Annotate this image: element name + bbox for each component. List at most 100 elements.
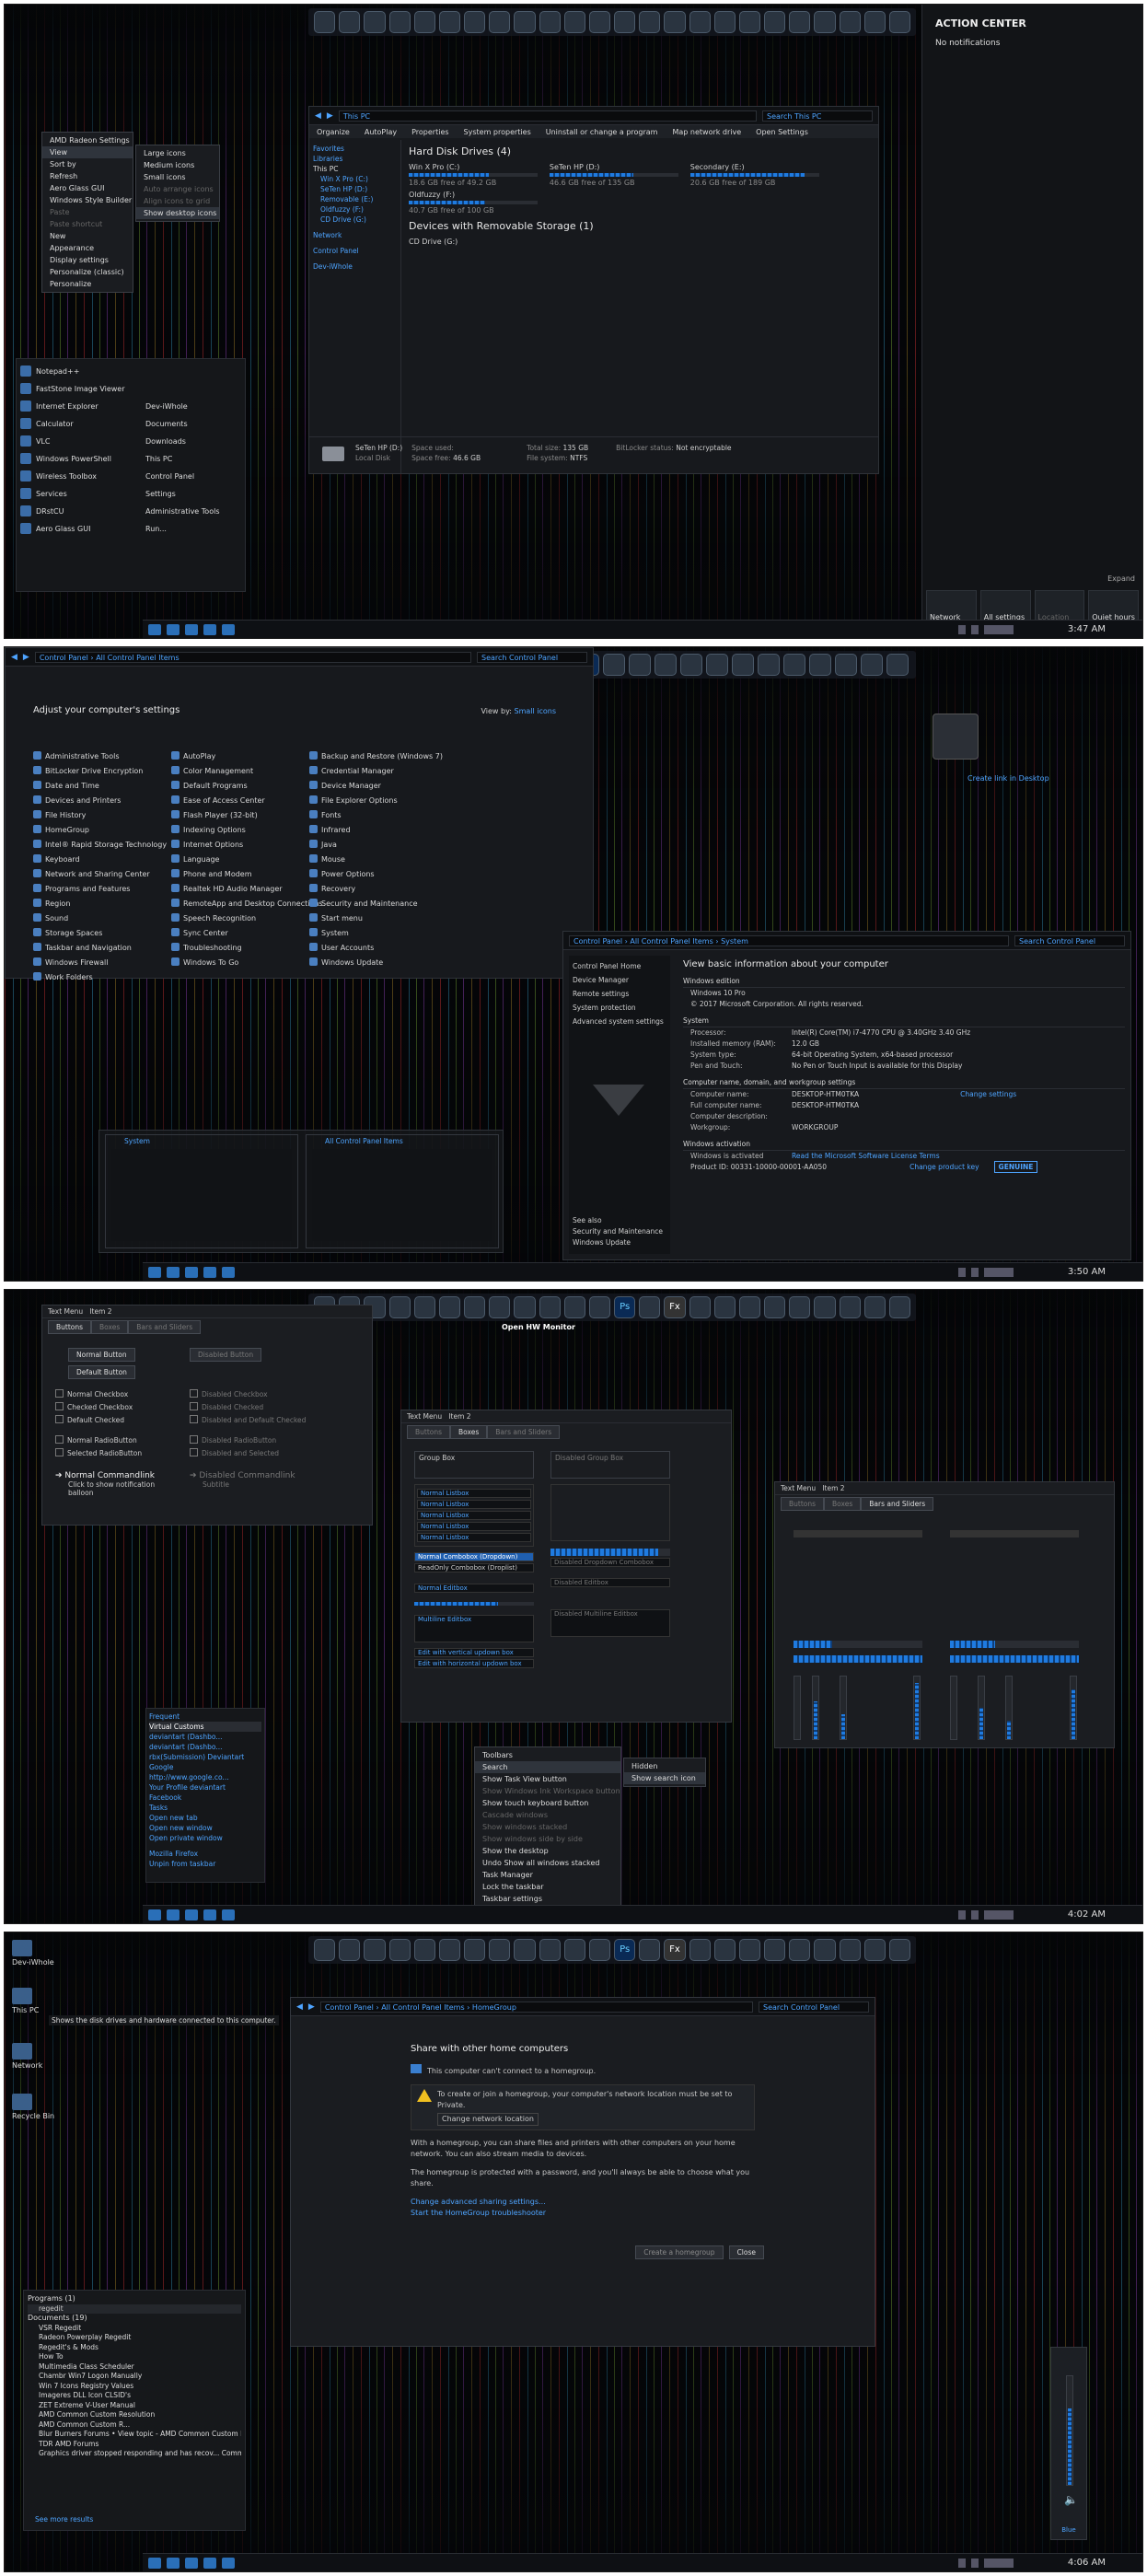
menu-item[interactable]: Show windows side by side (475, 1833, 620, 1845)
app-icon[interactable] (839, 11, 861, 33)
control-panel-item[interactable]: Windows Update (309, 956, 447, 970)
desktop-shortcut[interactable] (933, 714, 979, 760)
close-button[interactable]: Close (728, 2245, 764, 2259)
control-panel-item[interactable]: Date and Time (33, 779, 171, 794)
radio[interactable]: Selected RadioButton (55, 1447, 142, 1460)
jump-task[interactable]: Open new window (149, 1823, 261, 1833)
document-result[interactable]: Chambr Win7 Logon Manually (28, 2372, 241, 2382)
change-network-location-button[interactable]: Change network location (437, 2113, 539, 2126)
nav-item[interactable]: Dev-iWhole (313, 261, 397, 272)
app-icon[interactable] (888, 1296, 911, 1318)
taskbar-app-icon[interactable] (185, 1266, 198, 1278)
menu-item[interactable]: Toolbars (475, 1749, 620, 1761)
create-homegroup-button[interactable]: Create a homegroup (635, 2245, 724, 2259)
control-panel-item[interactable]: Mouse (309, 853, 447, 867)
list-item[interactable]: Normal Listbox (417, 1489, 531, 1498)
control-panel-item[interactable]: Java (309, 838, 447, 853)
menu-tab[interactable]: Item 2 (448, 1412, 470, 1421)
app-icon[interactable] (539, 1296, 561, 1318)
menu-item[interactable]: Taskbar settings (475, 1893, 620, 1905)
control-panel-item[interactable]: Troubleshooting (171, 941, 309, 956)
start-item[interactable]: DRstCU (20, 503, 131, 520)
menu-item[interactable]: Show search icon (624, 1772, 705, 1784)
search-box[interactable]: Search Control Panel (1014, 934, 1125, 946)
expand-link[interactable]: Expand (1107, 574, 1135, 583)
app-icon[interactable] (706, 654, 728, 676)
control-panel-item[interactable]: Windows To Go (171, 956, 309, 970)
menu-item[interactable]: Windows Style Builder (42, 194, 133, 206)
desktop-icon[interactable]: Dev-iWhole (12, 1940, 54, 1967)
taskbar-app-icon[interactable] (203, 2557, 216, 2569)
sidebar-item[interactable]: Remote settings (573, 987, 666, 1001)
jump-item[interactable]: http://www.google.co... (149, 1772, 261, 1782)
taskbar-app-icon[interactable] (222, 1909, 235, 1920)
menu-item[interactable]: Refresh (42, 170, 133, 182)
app-icon[interactable] (364, 11, 386, 33)
nav-item[interactable]: Control Panel (313, 246, 397, 256)
tray-icons[interactable] (958, 1268, 1014, 1277)
view-by-dropdown[interactable]: Small icons (514, 707, 556, 715)
photoshop-icon[interactable]: Ps (614, 1939, 636, 1961)
app-icon[interactable] (814, 1939, 836, 1961)
breadcrumb-item[interactable]: Control Panel (40, 654, 88, 662)
drive-tile[interactable]: SeTen HP (D:) 46.6 GB free of 135 GB (549, 163, 678, 187)
checkbox[interactable]: Normal Checkbox (55, 1388, 133, 1401)
taskbar-app-icon[interactable] (203, 1909, 216, 1920)
menu-item[interactable]: Task Manager (475, 1869, 620, 1881)
radio[interactable]: Normal RadioButton (55, 1434, 142, 1447)
taskbar-app-icon[interactable] (222, 623, 235, 635)
jump-app[interactable]: Mozilla Firefox (149, 1849, 261, 1859)
control-panel-item[interactable]: Infrared (309, 823, 447, 838)
menu-tab[interactable]: Item 2 (822, 1484, 844, 1492)
back-icon[interactable]: ◀ (11, 653, 17, 662)
list-item[interactable]: Normal Listbox (417, 1500, 531, 1509)
control-panel-item[interactable]: Region (33, 897, 171, 911)
vertical-slider[interactable] (913, 1676, 921, 1740)
vertical-slider[interactable] (840, 1676, 847, 1740)
tab-boxes[interactable]: Boxes (824, 1497, 862, 1511)
control-panel-item[interactable]: AutoPlay (171, 749, 309, 764)
cmd-system-properties[interactable]: System properties (464, 128, 531, 136)
menu-item[interactable]: Align icons to grid (136, 195, 219, 207)
menu-item[interactable]: View (42, 146, 133, 158)
default-button[interactable]: Default Button (68, 1365, 135, 1379)
sidebar-item[interactable]: Device Manager (573, 973, 666, 987)
menu-item[interactable]: Auto arrange icons (136, 183, 219, 195)
editbox[interactable]: Disabled Editbox (550, 1578, 670, 1587)
spin-editbox[interactable]: Edit with vertical updown box (414, 1648, 534, 1657)
jump-item[interactable]: deviantart (Dashbo... (149, 1732, 261, 1742)
app-icon[interactable] (789, 11, 811, 33)
menu-item[interactable]: Show windows stacked (475, 1821, 620, 1833)
tray-icons[interactable] (958, 625, 1014, 634)
desktop-icon[interactable]: Recycle Bin (12, 2094, 54, 2120)
checkbox[interactable]: Disabled Checkbox (190, 1388, 306, 1401)
menu-item[interactable]: Search (475, 1761, 620, 1773)
jump-task[interactable]: Open new tab (149, 1813, 261, 1823)
thumbnail[interactable]: All Control Panel Items (306, 1134, 499, 1248)
taskbar-app-icon[interactable] (167, 2557, 180, 2569)
document-result[interactable]: Graphics driver stopped responding and h… (28, 2449, 241, 2459)
control-panel-item[interactable]: System (309, 926, 447, 941)
sidebar-home[interactable]: Control Panel Home (573, 959, 666, 973)
taskbar-app-icon[interactable] (148, 623, 161, 635)
app-icon[interactable] (758, 654, 780, 676)
nav-item[interactable]: CD Drive (G:) (313, 215, 397, 225)
taskbar-app-icon[interactable] (148, 1266, 161, 1278)
drive-tile[interactable]: CD Drive (G:) (409, 238, 538, 246)
fx-icon[interactable]: Fx (664, 1939, 686, 1961)
app-icon[interactable] (563, 11, 585, 33)
control-panel-item[interactable]: Realtek HD Audio Manager (171, 882, 309, 897)
checkbox[interactable]: Default Checked (55, 1414, 133, 1427)
drive-tile[interactable]: Oldfuzzy (F:) 40.7 GB free of 100 GB (409, 191, 538, 215)
app-icon[interactable] (809, 654, 831, 676)
control-panel-item[interactable]: Speech Recognition (171, 911, 309, 926)
app-icon[interactable] (639, 1939, 661, 1961)
jump-item[interactable]: Your Profile deviantart (149, 1782, 261, 1793)
taskbar-app-icon[interactable] (185, 1909, 198, 1920)
menu-item[interactable]: Personalize (42, 278, 133, 290)
app-icon[interactable] (614, 11, 636, 33)
menu-item[interactable]: New (42, 230, 133, 242)
app-icon[interactable] (732, 654, 754, 676)
combobox[interactable]: Normal Combobox (Dropdown) (414, 1552, 534, 1561)
vertical-slider[interactable] (812, 1676, 819, 1740)
